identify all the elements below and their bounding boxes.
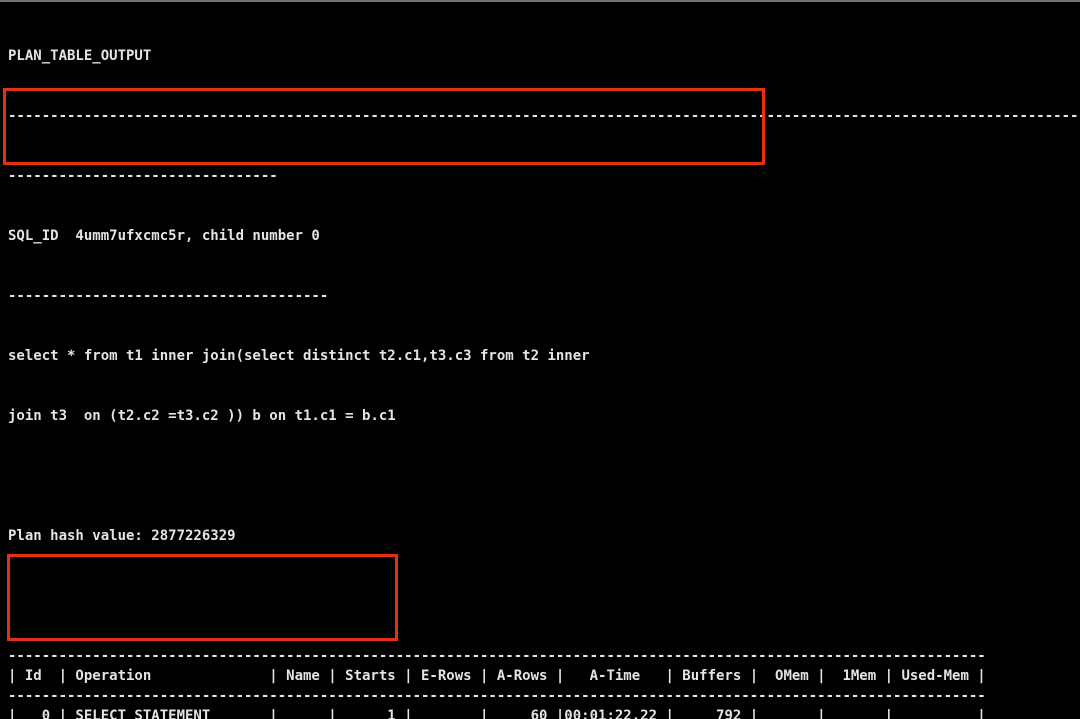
plan-table-row: | 0 | SELECT STATEMENT | | 1 | | 60 |00:…	[8, 708, 986, 719]
separator-full-width: ----------------------------------------…	[8, 108, 1080, 124]
sql-text-line: join t3 on (t2.c2 =t3.c2 )) b on t1.c1 =…	[8, 408, 396, 424]
sql-id-underline: --------------------------------------	[8, 288, 329, 304]
plan-output-title: PLAN_TABLE_OUTPUT	[8, 48, 152, 64]
plan-table-separator: ----------------------------------------…	[8, 648, 986, 664]
sql-text-line: select * from t1 inner join(select disti…	[8, 348, 590, 364]
plan-hash-line: Plan hash value: 2877226329	[8, 528, 236, 544]
terminal-window: PLAN_TABLE_OUTPUT ----------------------…	[0, 0, 1080, 719]
plan-table: ----------------------------------------…	[8, 646, 1080, 719]
separator-wrapped: --------------------------------	[8, 168, 278, 184]
plan-table-separator: ----------------------------------------…	[8, 688, 986, 704]
sql-id-line: SQL_ID 4umm7ufxcmc5r, child number 0	[8, 228, 320, 244]
plan-table-header-row: | Id | Operation | Name | Starts | E-Row…	[8, 668, 986, 684]
plan-table-output-screen: PLAN_TABLE_OUTPUT ----------------------…	[8, 6, 1080, 719]
